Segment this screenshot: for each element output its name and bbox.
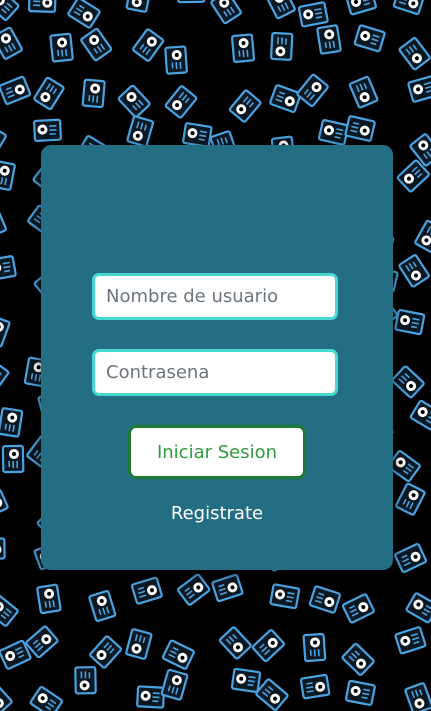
id-card-icon [0, 360, 10, 394]
password-input[interactable] [92, 349, 338, 396]
id-card-icon [136, 685, 166, 709]
login-card: Iniciar Sesion Iniciar Sesion Registrate [41, 145, 393, 570]
id-card-icon [394, 543, 428, 573]
id-card-icon [265, 0, 296, 20]
id-card-icon [395, 482, 426, 516]
id-card-icon [0, 489, 9, 519]
id-card-icon [316, 24, 342, 55]
id-card-icon [341, 593, 375, 624]
id-card-icon [211, 573, 244, 603]
id-card-icon [88, 590, 117, 622]
id-card-icon [0, 255, 17, 281]
id-card-icon [164, 45, 188, 75]
id-card-icon [269, 583, 301, 610]
id-card-icon [299, 673, 331, 700]
id-card-icon [398, 37, 431, 71]
id-card-icon [176, 0, 206, 4]
id-card-icon [0, 26, 23, 60]
id-card-icon [228, 89, 262, 123]
id-card-icon [0, 75, 32, 106]
id-card-icon [230, 667, 262, 693]
id-card-icon [414, 219, 431, 254]
id-card-icon [89, 635, 123, 669]
id-card-icon [0, 0, 20, 22]
id-card-icon [80, 27, 113, 62]
id-card-icon [407, 75, 431, 103]
id-card-icon [0, 682, 13, 711]
id-card-icon [27, 0, 57, 13]
id-card-icon [0, 537, 6, 560]
id-card-icon [251, 629, 286, 663]
id-card-icon [230, 33, 256, 63]
id-card-icon [344, 679, 376, 706]
id-card-icon [161, 639, 195, 670]
id-card-icon [341, 642, 375, 676]
id-card-icon [132, 28, 165, 62]
id-card-icon [177, 573, 211, 606]
id-card-icon [345, 0, 377, 16]
id-card-icon [404, 682, 431, 711]
id-card-icon [0, 159, 16, 191]
id-card-icon [164, 85, 198, 119]
id-card-icon [297, 1, 329, 28]
id-card-icon [317, 119, 350, 146]
id-card-icon [0, 205, 7, 239]
id-card-icon [130, 576, 163, 605]
id-card-icon [344, 115, 376, 142]
id-card-icon [255, 678, 289, 711]
id-card-icon [67, 0, 101, 29]
id-card-icon [270, 31, 294, 61]
id-card-icon [394, 626, 427, 655]
id-card-icon [182, 122, 213, 148]
id-card-icon [405, 592, 431, 624]
id-card-icon [0, 407, 24, 438]
id-card-icon [49, 32, 74, 63]
login-button[interactable]: Iniciar Sesion [128, 425, 306, 479]
id-card-icon [308, 585, 341, 614]
id-card-icon [1, 444, 25, 474]
id-card-icon [210, 0, 242, 25]
id-card-icon [29, 686, 63, 711]
id-card-icon [36, 583, 62, 615]
id-card-icon [32, 118, 63, 142]
id-card-icon [302, 632, 327, 663]
id-card-icon [0, 315, 11, 348]
id-card-icon [296, 73, 329, 108]
id-card-icon [117, 84, 151, 118]
username-input[interactable] [92, 273, 338, 320]
id-card-icon [394, 309, 426, 336]
id-card-icon [0, 594, 19, 627]
id-card-icon [25, 625, 59, 659]
id-card-icon [392, 0, 425, 16]
id-card-icon [125, 628, 153, 660]
id-card-icon [348, 75, 379, 109]
id-card-icon [126, 115, 155, 148]
id-card-icon [33, 76, 65, 111]
id-card-icon [391, 365, 425, 399]
id-card-icon [160, 668, 189, 701]
id-card-icon [218, 626, 252, 660]
id-card-icon [398, 254, 430, 288]
id-card-icon [353, 24, 386, 53]
id-card-icon [269, 84, 302, 113]
id-card-icon [125, 0, 152, 13]
register-link[interactable]: Registrate [41, 503, 393, 524]
id-card-icon [409, 399, 431, 432]
id-card-icon [81, 78, 106, 109]
id-card-icon [0, 121, 7, 154]
id-card-icon [74, 666, 97, 695]
